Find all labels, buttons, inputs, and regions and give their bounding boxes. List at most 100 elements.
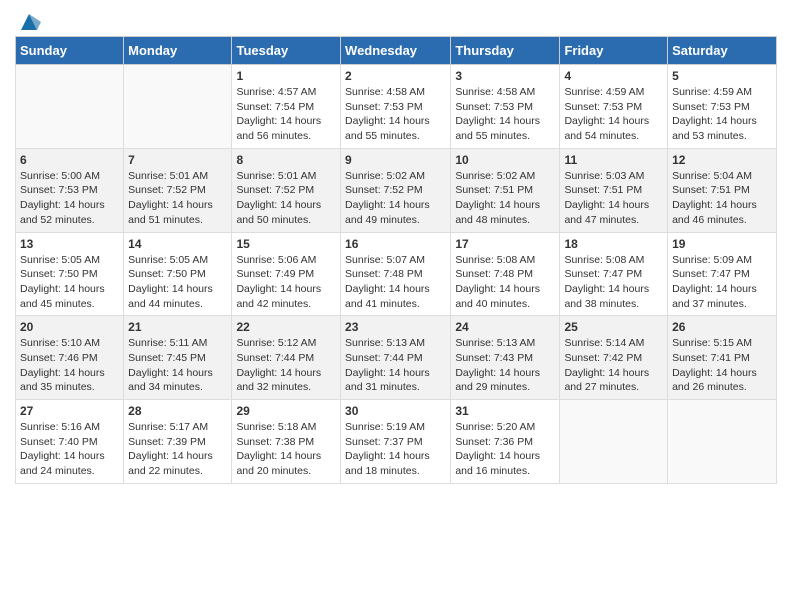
day-number: 16 xyxy=(345,237,446,251)
day-info: Sunrise: 5:11 AMSunset: 7:45 PMDaylight:… xyxy=(128,336,227,395)
day-info-line: Daylight: 14 hours and 52 minutes. xyxy=(20,198,119,227)
day-info-line: Daylight: 14 hours and 22 minutes. xyxy=(128,449,227,478)
day-info-line: Sunrise: 5:10 AM xyxy=(20,336,119,351)
day-info-line: Sunset: 7:45 PM xyxy=(128,351,227,366)
day-info-line: Daylight: 14 hours and 50 minutes. xyxy=(236,198,336,227)
day-info-line: Daylight: 14 hours and 18 minutes. xyxy=(345,449,446,478)
day-info-line: Sunset: 7:48 PM xyxy=(455,267,555,282)
weekday-header: Monday xyxy=(124,37,232,65)
day-number: 20 xyxy=(20,320,119,334)
calendar-week-row: 6Sunrise: 5:00 AMSunset: 7:53 PMDaylight… xyxy=(16,148,777,232)
calendar-day-cell: 25 Sunrise: 5:14 AMSunset: 7:42 PMDayligh… xyxy=(560,316,668,400)
day-info-line: Sunrise: 5:00 AM xyxy=(20,169,119,184)
calendar-day-cell: 15 Sunrise: 5:06 AMSunset: 7:49 PMDayligh… xyxy=(232,232,341,316)
day-number: 30 xyxy=(345,404,446,418)
day-info-line: Daylight: 14 hours and 47 minutes. xyxy=(564,198,663,227)
day-info-line: Sunset: 7:47 PM xyxy=(672,267,772,282)
day-info-line: Sunset: 7:53 PM xyxy=(455,100,555,115)
calendar-day-cell: 10Sunrise: 5:02 AMSunset: 7:51 PMDayligh… xyxy=(451,148,560,232)
day-info: Sunrise: 5:08 AMSunset: 7:48 PMDaylight:… xyxy=(455,253,555,312)
day-info-line: Daylight: 14 hours and 42 minutes. xyxy=(236,282,336,311)
calendar-table: SundayMondayTuesdayWednesdayThursdayFrid… xyxy=(15,36,777,484)
day-number: 5 xyxy=(672,69,772,83)
calendar-day-cell: 18Sunrise: 5:08 AMSunset: 7:47 PMDayligh… xyxy=(560,232,668,316)
day-number: 3 xyxy=(455,69,555,83)
day-info: Sunrise: 5:10 AMSunset: 7:46 PMDaylight:… xyxy=(20,336,119,395)
day-info-line: Sunset: 7:52 PM xyxy=(128,183,227,198)
day-info: Sunrise: 4:57 AMSunset: 7:54 PMDaylight:… xyxy=(236,85,336,144)
day-number: 15 xyxy=(236,237,336,251)
day-info: Sunrise: 5:06 AMSunset: 7:49 PMDaylight:… xyxy=(236,253,336,312)
day-info-line: Sunrise: 5:05 AM xyxy=(20,253,119,268)
day-info: Sunrise: 5:02 AMSunset: 7:52 PMDaylight:… xyxy=(345,169,446,228)
day-number: 9 xyxy=(345,153,446,167)
day-info-line: Sunset: 7:51 PM xyxy=(455,183,555,198)
day-info-line: Sunrise: 5:01 AM xyxy=(128,169,227,184)
day-number: 12 xyxy=(672,153,772,167)
day-info-line: Daylight: 14 hours and 40 minutes. xyxy=(455,282,555,311)
day-info: Sunrise: 5:01 AMSunset: 7:52 PMDaylight:… xyxy=(128,169,227,228)
day-info: Sunrise: 5:05 AMSunset: 7:50 PMDaylight:… xyxy=(128,253,227,312)
weekday-header: Thursday xyxy=(451,37,560,65)
calendar-week-row: 27Sunrise: 5:16 AMSunset: 7:40 PMDayligh… xyxy=(16,400,777,484)
day-info-line: Sunset: 7:38 PM xyxy=(236,435,336,450)
calendar-day-cell: 14 Sunrise: 5:05 AMSunset: 7:50 PMDayligh… xyxy=(124,232,232,316)
day-info-line: Sunset: 7:48 PM xyxy=(345,267,446,282)
day-info-line: Daylight: 14 hours and 53 minutes. xyxy=(672,114,772,143)
calendar-day-cell: 22 Sunrise: 5:12 AMSunset: 7:44 PMDayligh… xyxy=(232,316,341,400)
day-info: Sunrise: 5:04 AMSunset: 7:51 PMDaylight:… xyxy=(672,169,772,228)
day-number: 22 xyxy=(236,320,336,334)
day-info-line: Sunrise: 5:15 AM xyxy=(672,336,772,351)
calendar-day-cell xyxy=(668,400,777,484)
day-info-line: Sunset: 7:51 PM xyxy=(564,183,663,198)
day-info-line: Daylight: 14 hours and 27 minutes. xyxy=(564,366,663,395)
day-info-line: Daylight: 14 hours and 16 minutes. xyxy=(455,449,555,478)
day-info-line: Daylight: 14 hours and 55 minutes. xyxy=(455,114,555,143)
day-number: 14 xyxy=(128,237,227,251)
day-number: 1 xyxy=(236,69,336,83)
calendar-day-cell: 4Sunrise: 4:59 AMSunset: 7:53 PMDaylight… xyxy=(560,65,668,149)
day-info: Sunrise: 5:13 AMSunset: 7:44 PMDaylight:… xyxy=(345,336,446,395)
day-info-line: Sunrise: 5:18 AM xyxy=(236,420,336,435)
weekday-header: Tuesday xyxy=(232,37,341,65)
day-number: 13 xyxy=(20,237,119,251)
day-info-line: Sunset: 7:42 PM xyxy=(564,351,663,366)
logo-icon xyxy=(17,10,41,34)
day-info-line: Daylight: 14 hours and 31 minutes. xyxy=(345,366,446,395)
day-info-line: Sunset: 7:44 PM xyxy=(345,351,446,366)
day-info: Sunrise: 5:09 AMSunset: 7:47 PMDaylight:… xyxy=(672,253,772,312)
day-info-line: Daylight: 14 hours and 41 minutes. xyxy=(345,282,446,311)
day-number: 25 xyxy=(564,320,663,334)
calendar-week-row: 13 Sunrise: 5:05 AMSunset: 7:50 PMDayligh… xyxy=(16,232,777,316)
day-number: 21 xyxy=(128,320,227,334)
calendar-day-cell: 28Sunrise: 5:17 AMSunset: 7:39 PMDayligh… xyxy=(124,400,232,484)
day-number: 7 xyxy=(128,153,227,167)
day-info-line: Sunrise: 5:14 AM xyxy=(564,336,663,351)
day-info: Sunrise: 5:19 AMSunset: 7:37 PMDaylight:… xyxy=(345,420,446,479)
day-info-line: Sunrise: 5:12 AM xyxy=(236,336,336,351)
calendar-day-cell: 16Sunrise: 5:07 AMSunset: 7:48 PMDayligh… xyxy=(341,232,451,316)
calendar-day-cell: 9 Sunrise: 5:02 AMSunset: 7:52 PMDaylight… xyxy=(341,148,451,232)
calendar-day-cell: 3Sunrise: 4:58 AMSunset: 7:53 PMDaylight… xyxy=(451,65,560,149)
calendar-day-cell: 17Sunrise: 5:08 AMSunset: 7:48 PMDayligh… xyxy=(451,232,560,316)
day-info-line: Daylight: 14 hours and 26 minutes. xyxy=(672,366,772,395)
day-number: 11 xyxy=(564,153,663,167)
day-number: 18 xyxy=(564,237,663,251)
day-info-line: Sunset: 7:53 PM xyxy=(564,100,663,115)
day-info-line: Daylight: 14 hours and 44 minutes. xyxy=(128,282,227,311)
calendar-day-cell: 30 Sunrise: 5:19 AMSunset: 7:37 PMDayligh… xyxy=(341,400,451,484)
calendar-day-cell: 20 Sunrise: 5:10 AMSunset: 7:46 PMDayligh… xyxy=(16,316,124,400)
day-info: Sunrise: 5:14 AMSunset: 7:42 PMDaylight:… xyxy=(564,336,663,395)
day-info-line: Sunrise: 5:02 AM xyxy=(455,169,555,184)
day-info-line: Daylight: 14 hours and 32 minutes. xyxy=(236,366,336,395)
calendar-day-cell xyxy=(16,65,124,149)
day-number: 23 xyxy=(345,320,446,334)
day-info: Sunrise: 5:20 AMSunset: 7:36 PMDaylight:… xyxy=(455,420,555,479)
day-info-line: Sunrise: 5:11 AM xyxy=(128,336,227,351)
day-info: Sunrise: 5:05 AMSunset: 7:50 PMDaylight:… xyxy=(20,253,119,312)
day-info-line: Sunrise: 5:17 AM xyxy=(128,420,227,435)
day-info: Sunrise: 5:03 AMSunset: 7:51 PMDaylight:… xyxy=(564,169,663,228)
day-info: Sunrise: 5:12 AMSunset: 7:44 PMDaylight:… xyxy=(236,336,336,395)
weekday-header: Friday xyxy=(560,37,668,65)
weekday-header: Saturday xyxy=(668,37,777,65)
